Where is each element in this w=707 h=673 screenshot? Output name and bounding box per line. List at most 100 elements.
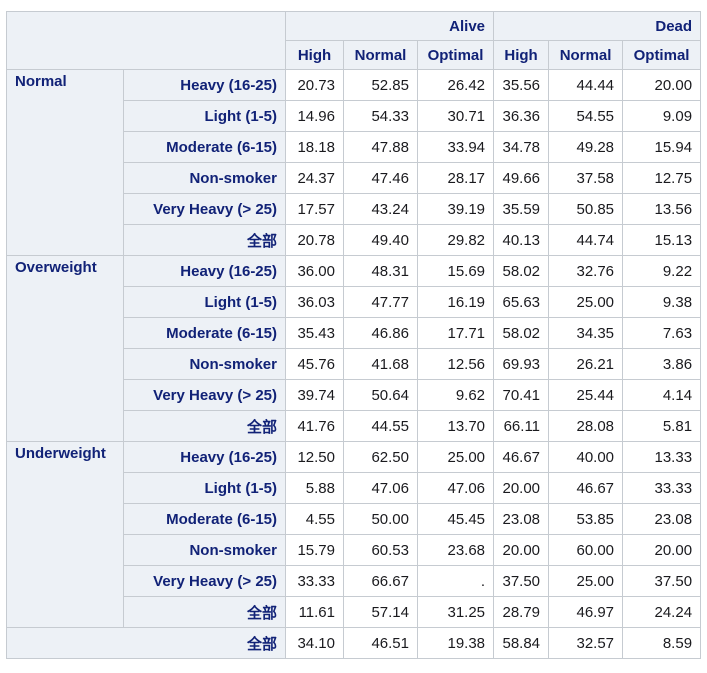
data-cell: 24.24 — [622, 596, 702, 628]
data-cell: 57.14 — [343, 596, 418, 628]
row-category-label: Moderate (6-15) — [123, 317, 286, 349]
data-cell: 58.02 — [493, 317, 550, 349]
data-cell: 50.00 — [343, 503, 418, 535]
data-cell: 69.93 — [493, 348, 550, 380]
data-cell: 39.74 — [285, 379, 344, 411]
data-cell: . — [416, 565, 495, 597]
data-cell: 20.00 — [493, 472, 550, 504]
row-category-label: Non-smoker — [123, 162, 286, 194]
data-cell: 49.66 — [493, 162, 550, 194]
row-category-label: Light (1-5) — [123, 100, 286, 132]
row-category-label: Heavy (16-25) — [123, 69, 286, 101]
data-cell: 5.81 — [622, 410, 702, 442]
data-cell: 30.71 — [416, 100, 495, 132]
data-cell: 25.00 — [548, 565, 624, 597]
data-cell: 37.50 — [622, 565, 702, 597]
data-cell: 33.33 — [285, 565, 344, 597]
data-cell: 31.25 — [416, 596, 495, 628]
data-cell: 47.88 — [343, 131, 418, 163]
data-cell: 40.00 — [548, 441, 624, 473]
data-cell: 3.86 — [622, 348, 702, 380]
data-cell: 28.79 — [493, 596, 550, 628]
data-cell: 33.94 — [416, 131, 495, 163]
row-category-label: Non-smoker — [123, 534, 286, 566]
data-cell: 5.88 — [285, 472, 344, 504]
row-group-label: Underweight — [6, 441, 124, 628]
data-cell: 50.64 — [343, 379, 418, 411]
data-cell: 36.00 — [285, 255, 344, 287]
data-cell: 34.78 — [493, 131, 550, 163]
row-group-label: Normal — [6, 69, 124, 256]
data-cell: 39.19 — [416, 193, 495, 225]
data-cell: 34.35 — [548, 317, 624, 349]
data-cell: 66.11 — [493, 410, 550, 442]
data-cell: 26.21 — [548, 348, 624, 380]
data-cell: 4.55 — [285, 503, 344, 535]
data-cell: 48.31 — [343, 255, 418, 287]
data-cell: 25.00 — [548, 286, 624, 318]
data-cell: 35.59 — [493, 193, 550, 225]
data-cell: 44.44 — [548, 69, 624, 101]
data-cell: 41.76 — [285, 410, 344, 442]
data-cell: 36.03 — [285, 286, 344, 318]
data-cell: 29.82 — [416, 224, 495, 256]
row-group-label: Overweight — [6, 255, 124, 442]
data-cell: 36.36 — [493, 100, 550, 132]
total-data-cell: 46.51 — [343, 627, 418, 659]
column-header-alive-optimal: Optimal — [416, 40, 495, 70]
data-cell: 17.57 — [285, 193, 344, 225]
row-category-label: Light (1-5) — [123, 286, 286, 318]
total-data-cell: 8.59 — [622, 627, 702, 659]
data-cell: 13.56 — [622, 193, 702, 225]
row-category-label: Light (1-5) — [123, 472, 286, 504]
data-cell: 11.61 — [285, 596, 344, 628]
data-cell: 47.46 — [343, 162, 418, 194]
data-cell: 37.50 — [493, 565, 550, 597]
data-cell: 37.58 — [548, 162, 624, 194]
data-cell: 46.97 — [548, 596, 624, 628]
data-cell: 60.53 — [343, 534, 418, 566]
data-cell: 46.86 — [343, 317, 418, 349]
data-cell: 41.68 — [343, 348, 418, 380]
row-category-label: 全部 — [123, 224, 286, 256]
data-cell: 18.18 — [285, 131, 344, 163]
data-cell: 20.73 — [285, 69, 344, 101]
data-cell: 40.13 — [493, 224, 550, 256]
data-cell: 25.44 — [548, 379, 624, 411]
column-header-dead-normal: Normal — [548, 40, 624, 70]
data-cell: 13.33 — [622, 441, 702, 473]
data-cell: 49.28 — [548, 131, 624, 163]
row-category-label: Non-smoker — [123, 348, 286, 380]
data-cell: 65.63 — [493, 286, 550, 318]
corner-cell — [6, 11, 286, 70]
data-cell: 15.13 — [622, 224, 702, 256]
column-group-row: Alive Dead — [6, 11, 702, 70]
data-cell: 45.45 — [416, 503, 495, 535]
row-category-label: 全部 — [123, 410, 286, 442]
data-cell: 60.00 — [548, 534, 624, 566]
data-cell: 15.69 — [416, 255, 495, 287]
row-category-label: Moderate (6-15) — [123, 503, 286, 535]
data-cell: 16.19 — [416, 286, 495, 318]
column-group-alive: Alive — [284, 11, 495, 41]
column-header-dead-optimal: Optimal — [622, 40, 702, 70]
data-cell: 35.56 — [493, 69, 550, 101]
data-cell: 53.85 — [548, 503, 624, 535]
data-cell: 13.70 — [416, 410, 495, 442]
table-row: Normal Heavy (16-25) 20.73 52.85 26.42 35.56 4… — [6, 69, 702, 256]
row-category-label: Heavy (16-25) — [123, 255, 286, 287]
data-cell: 12.50 — [285, 441, 344, 473]
data-cell: 14.96 — [285, 100, 344, 132]
data-cell: 20.78 — [285, 224, 344, 256]
data-cell: 20.00 — [622, 69, 702, 101]
data-cell: 43.24 — [343, 193, 418, 225]
data-cell: 54.33 — [343, 100, 418, 132]
data-cell: 45.76 — [285, 348, 344, 380]
data-cell: 33.33 — [622, 472, 702, 504]
column-header-alive-normal: Normal — [343, 40, 418, 70]
total-data-cell: 32.57 — [548, 627, 624, 659]
data-cell: 15.79 — [285, 534, 344, 566]
total-row-label: 全部 — [6, 627, 286, 659]
report-page: Alive Dead High Normal Optimal High Norm… — [0, 0, 707, 673]
crosstab-table: Alive Dead High Normal Optimal High Norm… — [6, 11, 702, 659]
